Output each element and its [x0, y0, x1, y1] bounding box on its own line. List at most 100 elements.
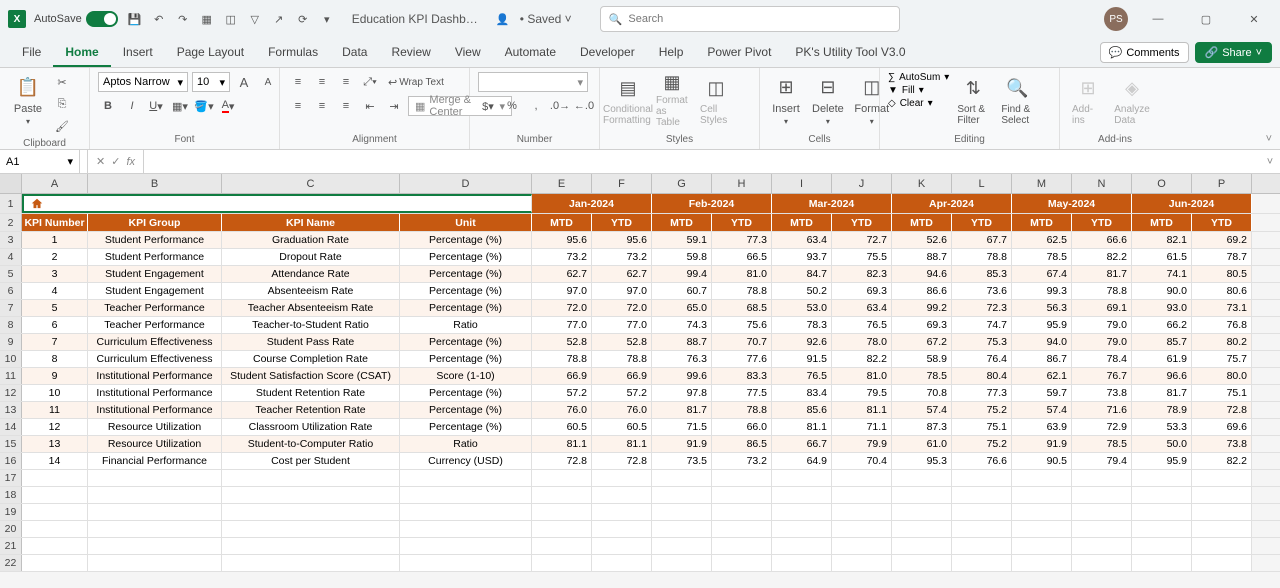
percent-icon[interactable]: % — [502, 96, 522, 116]
cell-value[interactable]: 75.6 — [712, 317, 772, 333]
header-ytd[interactable]: YTD — [712, 214, 772, 231]
header-ytd[interactable]: YTD — [1192, 214, 1252, 231]
font-name-select[interactable]: Aptos Narrow▾ — [98, 72, 188, 92]
cell-value[interactable]: 74.3 — [652, 317, 712, 333]
cell-value[interactable]: 78.8 — [712, 402, 772, 418]
cell-kpi-name[interactable]: Teacher-to-Student Ratio — [222, 317, 400, 333]
empty-cell[interactable] — [222, 487, 400, 503]
row-header[interactable]: 6 — [0, 283, 22, 299]
empty-cell[interactable] — [1132, 538, 1192, 554]
align-bottom-icon[interactable]: ≡ — [336, 72, 356, 92]
cell-kpi-group[interactable]: Student Engagement — [88, 283, 222, 299]
font-size-select[interactable]: 10▾ — [192, 72, 230, 92]
cell-value[interactable]: 74.7 — [952, 317, 1012, 333]
empty-cell[interactable] — [832, 487, 892, 503]
cell-value[interactable]: 80.4 — [952, 368, 1012, 384]
empty-cell[interactable] — [892, 470, 952, 486]
cell-kpi-name[interactable]: Course Completion Rate — [222, 351, 400, 367]
cell-value[interactable]: 99.4 — [652, 266, 712, 282]
cell-value[interactable]: 81.7 — [1132, 385, 1192, 401]
cell-value[interactable]: 79.4 — [1072, 453, 1132, 469]
redo-icon[interactable]: ↷ — [174, 10, 192, 28]
align-top-icon[interactable]: ≡ — [288, 72, 308, 92]
cell-value[interactable]: 90.0 — [1132, 283, 1192, 299]
conditional-formatting-button[interactable]: ▤Conditional Formatting — [608, 72, 648, 128]
cell-value[interactable]: 62.7 — [532, 266, 592, 282]
cell-value[interactable]: 69.3 — [832, 283, 892, 299]
empty-cell[interactable] — [952, 504, 1012, 520]
filter-icon[interactable]: ▽ — [246, 10, 264, 28]
autosum-button[interactable]: ∑ AutoSum ▾ — [888, 72, 949, 83]
cell-kpi-name[interactable]: Attendance Rate — [222, 266, 400, 282]
col-header-C[interactable]: C — [222, 174, 400, 193]
maximize-icon[interactable]: ▢ — [1188, 5, 1224, 33]
header-mtd[interactable]: MTD — [1012, 214, 1072, 231]
cell-value[interactable]: 61.0 — [892, 436, 952, 452]
empty-cell[interactable] — [22, 538, 88, 554]
cell-value[interactable]: 86.5 — [712, 436, 772, 452]
cell-kpi-number[interactable]: 6 — [22, 317, 88, 333]
close-icon[interactable]: ✕ — [1236, 5, 1272, 33]
cell-value[interactable]: 79.9 — [832, 436, 892, 452]
cell-value[interactable]: 71.5 — [652, 419, 712, 435]
copy-icon[interactable]: ⎘ — [52, 94, 72, 114]
cell-unit[interactable]: Percentage (%) — [400, 351, 532, 367]
row-header[interactable]: 15 — [0, 436, 22, 452]
tab-page-layout[interactable]: Page Layout — [165, 39, 256, 67]
empty-cell[interactable] — [772, 538, 832, 554]
cell-value[interactable]: 72.9 — [1072, 419, 1132, 435]
empty-cell[interactable] — [712, 538, 772, 554]
comments-button[interactable]: 💬 Comments — [1100, 42, 1189, 63]
col-header-I[interactable]: I — [772, 174, 832, 193]
empty-cell[interactable] — [1012, 487, 1072, 503]
cell-value[interactable]: 81.1 — [592, 436, 652, 452]
cell-value[interactable]: 62.1 — [1012, 368, 1072, 384]
cell-value[interactable]: 99.2 — [892, 300, 952, 316]
cell-value[interactable]: 72.7 — [832, 232, 892, 248]
empty-cell[interactable] — [652, 555, 712, 571]
italic-icon[interactable]: I — [122, 96, 142, 116]
empty-cell[interactable] — [400, 555, 532, 571]
cell-value[interactable]: 86.7 — [1012, 351, 1072, 367]
empty-cell[interactable] — [652, 521, 712, 537]
cell-value[interactable]: 97.0 — [532, 283, 592, 299]
cell-value[interactable]: 81.0 — [712, 266, 772, 282]
tab-automate[interactable]: Automate — [493, 39, 568, 67]
tab-help[interactable]: Help — [647, 39, 696, 67]
fill-button[interactable]: ▼ Fill ▾ — [888, 85, 949, 96]
cell-value[interactable]: 57.4 — [1012, 402, 1072, 418]
empty-cell[interactable] — [892, 504, 952, 520]
cell-unit[interactable]: Percentage (%) — [400, 419, 532, 435]
cell-kpi-number[interactable]: 10 — [22, 385, 88, 401]
cell-kpi-number[interactable]: 9 — [22, 368, 88, 384]
empty-cell[interactable] — [1072, 487, 1132, 503]
increase-font-icon[interactable]: A — [234, 72, 254, 92]
empty-cell[interactable] — [832, 521, 892, 537]
cell-unit[interactable]: Percentage (%) — [400, 334, 532, 350]
empty-cell[interactable] — [22, 504, 88, 520]
cell-value[interactable]: 81.0 — [832, 368, 892, 384]
cell-kpi-name[interactable]: Graduation Rate — [222, 232, 400, 248]
cell-value[interactable]: 75.3 — [952, 334, 1012, 350]
empty-cell[interactable] — [592, 504, 652, 520]
month-header[interactable]: May-2024 — [1012, 194, 1132, 213]
header-mtd[interactable]: MTD — [532, 214, 592, 231]
cell-kpi-number[interactable]: 5 — [22, 300, 88, 316]
empty-cell[interactable] — [532, 504, 592, 520]
row-header[interactable]: 14 — [0, 419, 22, 435]
cell-value[interactable]: 62.5 — [1012, 232, 1072, 248]
cell-value[interactable]: 66.6 — [1072, 232, 1132, 248]
row-header[interactable]: 7 — [0, 300, 22, 316]
cell-value[interactable]: 92.6 — [772, 334, 832, 350]
cell-value[interactable]: 77.3 — [712, 232, 772, 248]
cell-value[interactable]: 75.5 — [832, 249, 892, 265]
month-header[interactable]: Feb-2024 — [652, 194, 772, 213]
month-header[interactable]: Mar-2024 — [772, 194, 892, 213]
cell-value[interactable]: 56.3 — [1012, 300, 1072, 316]
col-header-H[interactable]: H — [712, 174, 772, 193]
tab-developer[interactable]: Developer — [568, 39, 647, 67]
empty-cell[interactable] — [832, 470, 892, 486]
select-all-corner[interactable] — [0, 174, 22, 193]
collapse-ribbon-icon[interactable]: ˅ — [1266, 133, 1272, 145]
cell-value[interactable]: 77.0 — [592, 317, 652, 333]
